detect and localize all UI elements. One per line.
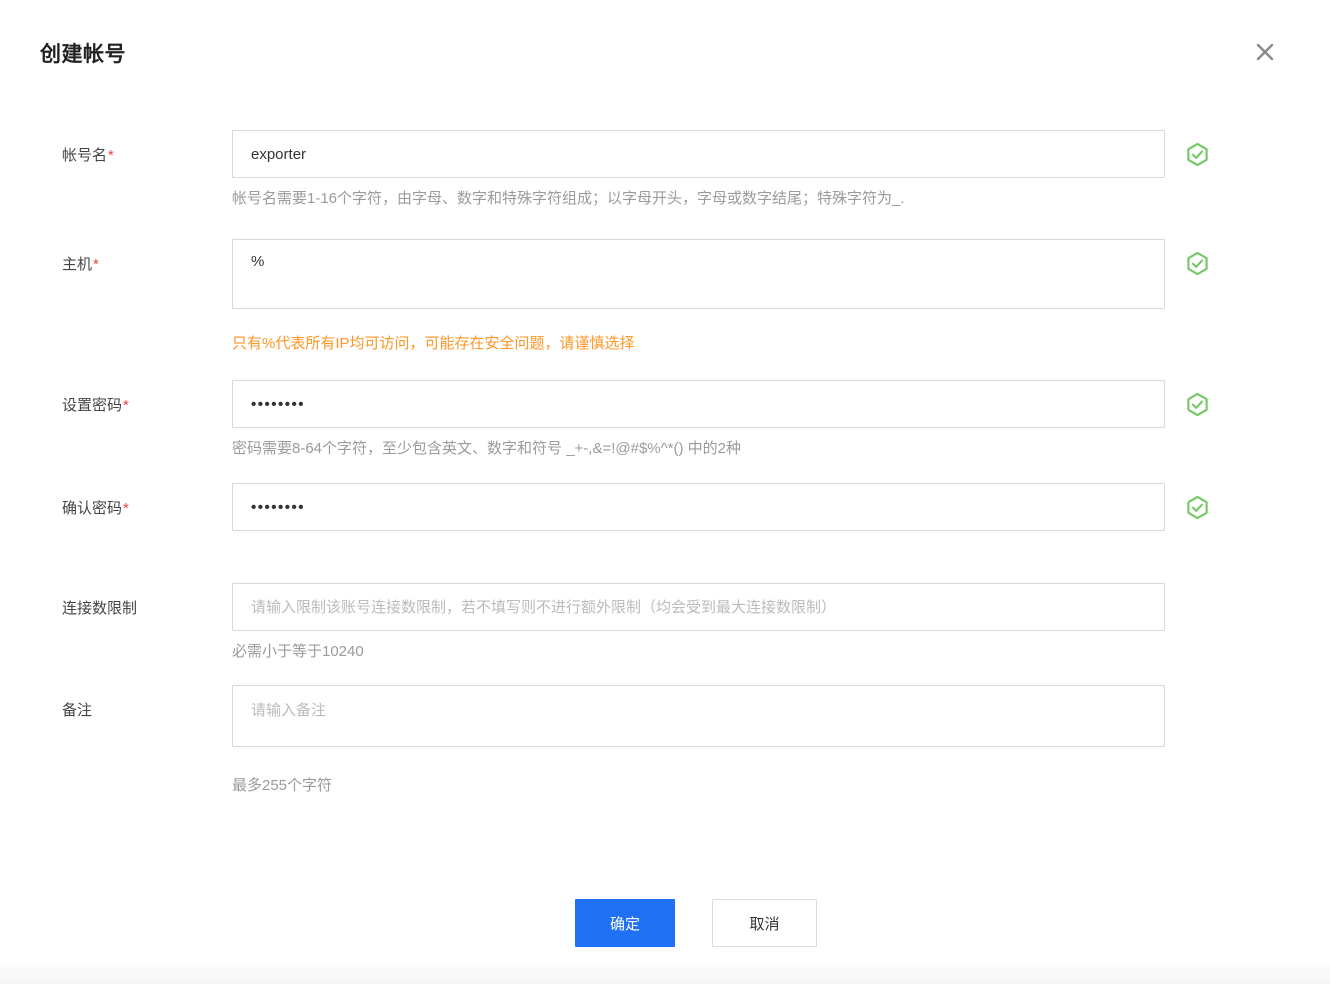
dialog-title: 创建帐号 bbox=[40, 43, 126, 66]
account-name-hint: 帐号名需要1-16个字符，由字母、数字和特殊字符组成；以字母开头，字母或数字结尾… bbox=[232, 190, 905, 207]
create-account-dialog: 创建帐号 帐号名* 帐号名需要1-16个字符，由字母、数字和特殊字符组成； bbox=[0, 0, 1330, 984]
success-check-icon bbox=[1184, 141, 1211, 168]
host-label: 主机* bbox=[62, 256, 99, 273]
confirm-password-input[interactable] bbox=[232, 483, 1165, 531]
password-input[interactable] bbox=[232, 380, 1165, 428]
connection-limit-hint: 必需小于等于10240 bbox=[232, 643, 364, 660]
form-row-account-name: 帐号名* 帐号名需要1-16个字符，由字母、数字和特殊字符组成；以字母开头，字母… bbox=[62, 130, 1330, 210]
form-row-remark: 备注 最多255个字符 bbox=[62, 685, 1330, 797]
confirm-button[interactable]: 确定 bbox=[575, 899, 675, 947]
remark-hint: 最多255个字符 bbox=[232, 777, 333, 794]
form-row-connection-limit: 连接数限制 必需小于等于10240 bbox=[62, 583, 1330, 663]
password-label: 设置密码* bbox=[62, 397, 129, 414]
create-account-form: 帐号名* 帐号名需要1-16个字符，由字母、数字和特殊字符组成；以字母开头，字母… bbox=[62, 130, 1330, 947]
required-marker: * bbox=[93, 256, 99, 273]
account-name-label: 帐号名* bbox=[62, 147, 114, 164]
cancel-button[interactable]: 取消 bbox=[712, 899, 817, 947]
account-name-input[interactable] bbox=[232, 130, 1165, 178]
form-row-password: 设置密码* 密码需要8-64个字符，至少包含英文、数字和符号 _+-,&=!@#… bbox=[62, 380, 1330, 460]
success-check-icon bbox=[1184, 391, 1211, 418]
form-row-confirm-password: 确认密码* bbox=[62, 483, 1330, 531]
host-security-warning: 只有%代表所有IP均可访问，可能存在安全问题，请谨慎选择 bbox=[232, 335, 635, 352]
page-background-strip bbox=[0, 964, 1330, 984]
required-marker: * bbox=[123, 397, 129, 414]
required-marker: * bbox=[108, 147, 114, 164]
remark-input[interactable] bbox=[232, 685, 1165, 747]
form-row-host: 主机* % 只有%代表所有IP均可访问，可能存在安全问题，请谨慎选择 bbox=[62, 239, 1330, 355]
close-button[interactable] bbox=[1252, 40, 1278, 66]
confirm-password-label: 确认密码* bbox=[62, 500, 129, 517]
password-hint: 密码需要8-64个字符，至少包含英文、数字和符号 _+-,&=!@#$%^*()… bbox=[232, 440, 742, 457]
success-check-icon bbox=[1184, 494, 1211, 521]
dialog-footer: 确定 取消 bbox=[62, 899, 1330, 947]
success-check-icon bbox=[1184, 250, 1211, 277]
dialog-header: 创建帐号 bbox=[0, 0, 1330, 68]
host-input[interactable]: % bbox=[232, 239, 1165, 309]
close-icon bbox=[1253, 40, 1277, 67]
connection-limit-label: 连接数限制 bbox=[62, 600, 138, 617]
required-marker: * bbox=[123, 500, 129, 517]
remark-label: 备注 bbox=[62, 702, 93, 719]
connection-limit-input[interactable] bbox=[232, 583, 1165, 631]
